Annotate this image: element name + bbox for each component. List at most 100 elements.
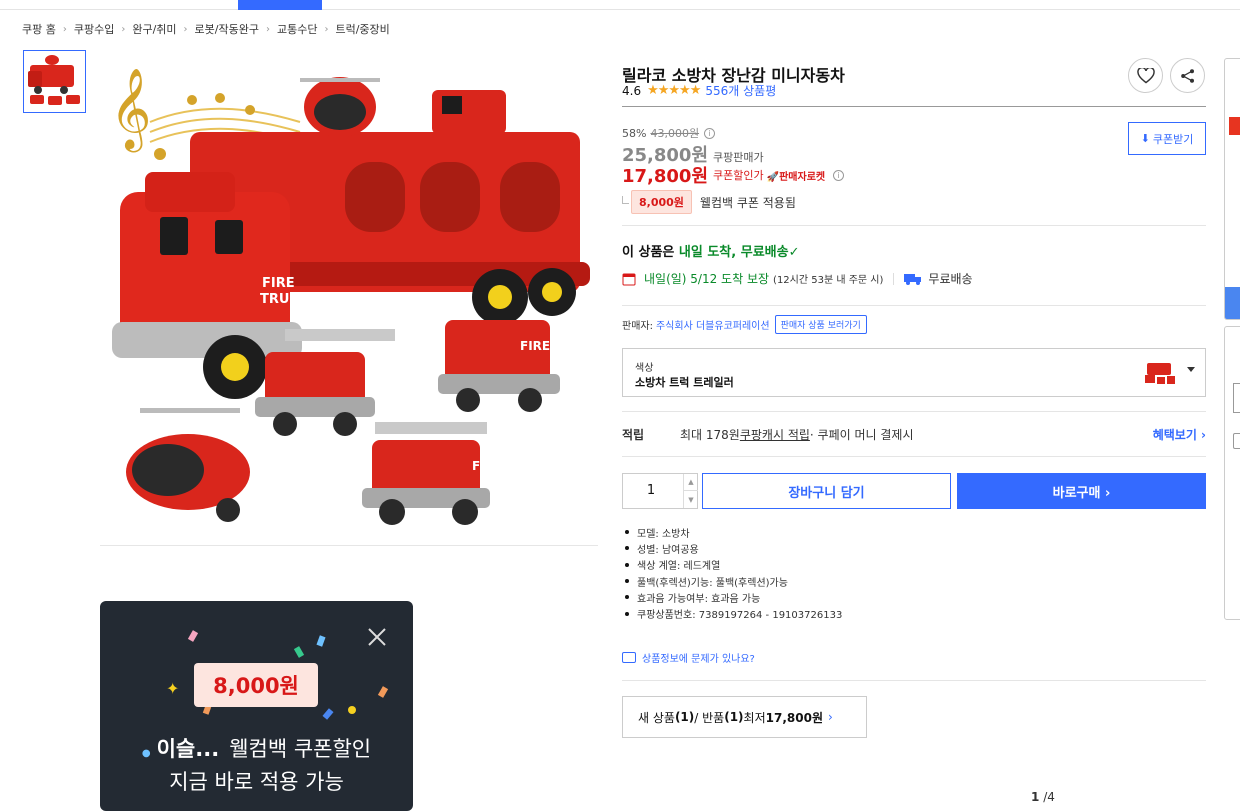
rating-row: 4.6 ★★★★★ 556개 상품평 [622,82,776,99]
svg-text:FIRE: FIRE [520,339,550,353]
price-divider [622,225,1206,226]
original-price: 43,000원 [650,127,700,140]
delivery-divider [622,305,1206,306]
svg-text:𝄞: 𝄞 [110,67,151,152]
option-divider [622,411,1206,412]
popup-dot: ● [141,748,151,759]
discount-rate: 58% [622,126,647,140]
breadcrumb-item[interactable]: 완구/취미 [132,21,176,37]
reward-text-prefix: 최대 178원 [680,428,740,442]
spec-item: 효과음 가능여부: 효과음 가능 [622,589,842,605]
seller-rocket-label: 판매자로켓 [779,171,826,183]
image-divider [100,545,598,546]
reward-divider [622,456,1206,457]
reward-label: 적립 [622,428,645,442]
side-panel-checkbox[interactable] [1233,433,1240,449]
svg-text:FIRE: FIRE [262,276,295,291]
info-icon[interactable]: i [704,127,716,139]
reward-text-suffix: · 쿠페이 머니 결제시 [809,428,914,442]
wishlist-button[interactable] [1128,58,1163,93]
spec-list: 모델: 소방차 성별: 남여공용 색상 계열: 레드계열 풀백(후렉션)기능: … [622,524,842,622]
coupon-amount-tag: 8,000원 [631,190,692,214]
seller-row: 판매자: 주식회사 더블유코퍼레이션 판매자 상품 보러가기 [622,315,867,334]
popup-message-line2: 지금 바로 적용 가능 [169,770,344,794]
rocket-icon: 🚀 [766,171,780,183]
arrival-prefix: 이 상품은 [622,245,679,260]
side-panel-input[interactable] [1233,383,1240,413]
report-link-label: 상품정보에 문제가 있나요? [642,654,755,665]
seller-name-link[interactable]: 주식회사 더블유코퍼레이션 [656,317,770,332]
chevron-right-icon: › [62,23,67,35]
color-option-select[interactable]: 색상 소방차 트럭 트레일러 [622,348,1206,397]
check-icon: ✓ [788,245,800,260]
corner-icon [622,196,629,204]
share-icon [1180,68,1194,83]
breadcrumb-item[interactable]: 트럭/중장비 [335,21,389,37]
chevron-right-icon: › [265,23,270,35]
coupon-price: 17,800원 [622,166,709,187]
side-option-panel [1224,326,1240,620]
quantity-stepper[interactable]: 1 ▲ ▼ [622,473,698,509]
offer-min-label: 최저 [743,710,766,725]
spec-item: 성별: 남여공용 [622,540,842,556]
offer-mid: / 반품 [694,710,725,725]
info-icon[interactable]: i [833,169,845,181]
breadcrumb-item[interactable]: 로봇/작동완구 [195,21,259,37]
coupon-price-label: 쿠폰할인가 [713,169,764,182]
discount-row: 58% 43,000원 i [622,125,716,141]
download-icon: ⬇ [1140,132,1150,145]
free-shipping-label: 무료배송 [928,272,973,286]
popup-user-name: 이슬... [156,737,220,761]
spec-item: 풀백(후렉션)기능: 풀백(후렉션)가능 [622,573,842,589]
pager-current: 1 [1031,790,1040,804]
breadcrumb-item[interactable]: 쿠팡수입 [74,21,114,37]
report-divider [622,680,1206,681]
rating-value: 4.6 [622,83,642,98]
heart-icon [1136,67,1155,83]
coupon-price-row: 17,800원 쿠폰할인가 🚀판매자로켓 i [622,162,845,188]
coupon-popup: ✦ 8,000원 ● 이슬... 웰컴백 쿠폰할인 지금 바로 적용 가능 [100,601,413,811]
quantity-input[interactable]: 1 [623,474,679,508]
share-button[interactable] [1170,58,1205,93]
applied-coupon-row: 8,000원 웰컴백 쿠폰 적용됨 [622,190,796,214]
other-offers-button[interactable]: 새 상품 (1) / 반품 (1) 최저 17,800원 › [622,696,867,738]
option-label: 색상 [635,363,654,374]
popup-message-line1: ● 이슬... 웰컴백 쿠폰할인 [100,733,413,763]
pager-total: /4 [1043,790,1055,804]
review-count-link[interactable]: 556개 상품평 [705,82,776,99]
reward-cash-link[interactable]: 쿠팡캐시 적립 [740,426,810,443]
svg-text:TRUCK: TRUCK [260,292,310,307]
breadcrumb-item[interactable]: 쿠팡 홈 [22,21,56,37]
quantity-steps: ▲ ▼ [683,474,698,508]
arrival-headline: 이 상품은 내일 도착, 무료배송✓ [622,241,799,260]
option-thumbnail [1145,363,1175,384]
buy-now-button[interactable]: 바로구매 › [957,473,1206,509]
offer-new-count: (1) [674,710,695,724]
side-recommend-panel[interactable] [1224,58,1240,320]
chevron-down-icon [1187,367,1195,372]
top-nav-bar [0,0,1240,10]
increment-icon[interactable]: ▲ [684,474,698,491]
coupon-download-label: 쿠폰받기 [1152,132,1194,146]
popup-coupon-badge: 8,000원 [194,663,318,707]
side-panel-button[interactable] [1225,287,1240,319]
coupon-download-button[interactable]: ⬇ 쿠폰받기 [1128,122,1206,155]
breadcrumb-item[interactable]: 교통수단 [277,21,317,37]
chevron-right-icon: › [183,23,188,35]
seller-products-tooltip[interactable]: 판매자 상품 보러가기 [774,315,867,334]
top-nav-active-tab[interactable] [238,0,322,10]
offer-min-price: 17,800원 [765,710,823,725]
decrement-icon[interactable]: ▼ [684,491,698,508]
breadcrumb: 쿠팡 홈 › 쿠팡수입 › 완구/취미 › 로봇/작동완구 › 교통수단 › 트럭/중장비 [22,21,390,37]
option-value: 소방차 트럭 트레일러 [635,376,734,389]
title-divider [622,106,1206,107]
spec-item: 색상 계열: 레드계열 [622,557,842,573]
coupon-applied-text: 웰컴백 쿠폰 적용됨 [699,195,796,210]
product-thumbnail[interactable] [23,50,86,113]
add-to-cart-button[interactable]: 장바구니 담기 [702,473,951,509]
benefits-link[interactable]: 혜택보기 › [1153,426,1206,443]
reward-row: 적립 최대 178원 쿠팡캐시 적립 · 쿠페이 머니 결제시 혜택보기 › [622,426,1206,443]
arrival-highlight: 내일 도착, 무료배송 [678,245,789,260]
spec-item: 모델: 소방차 [622,524,842,540]
report-link[interactable]: 상품정보에 문제가 있나요? [622,650,755,665]
